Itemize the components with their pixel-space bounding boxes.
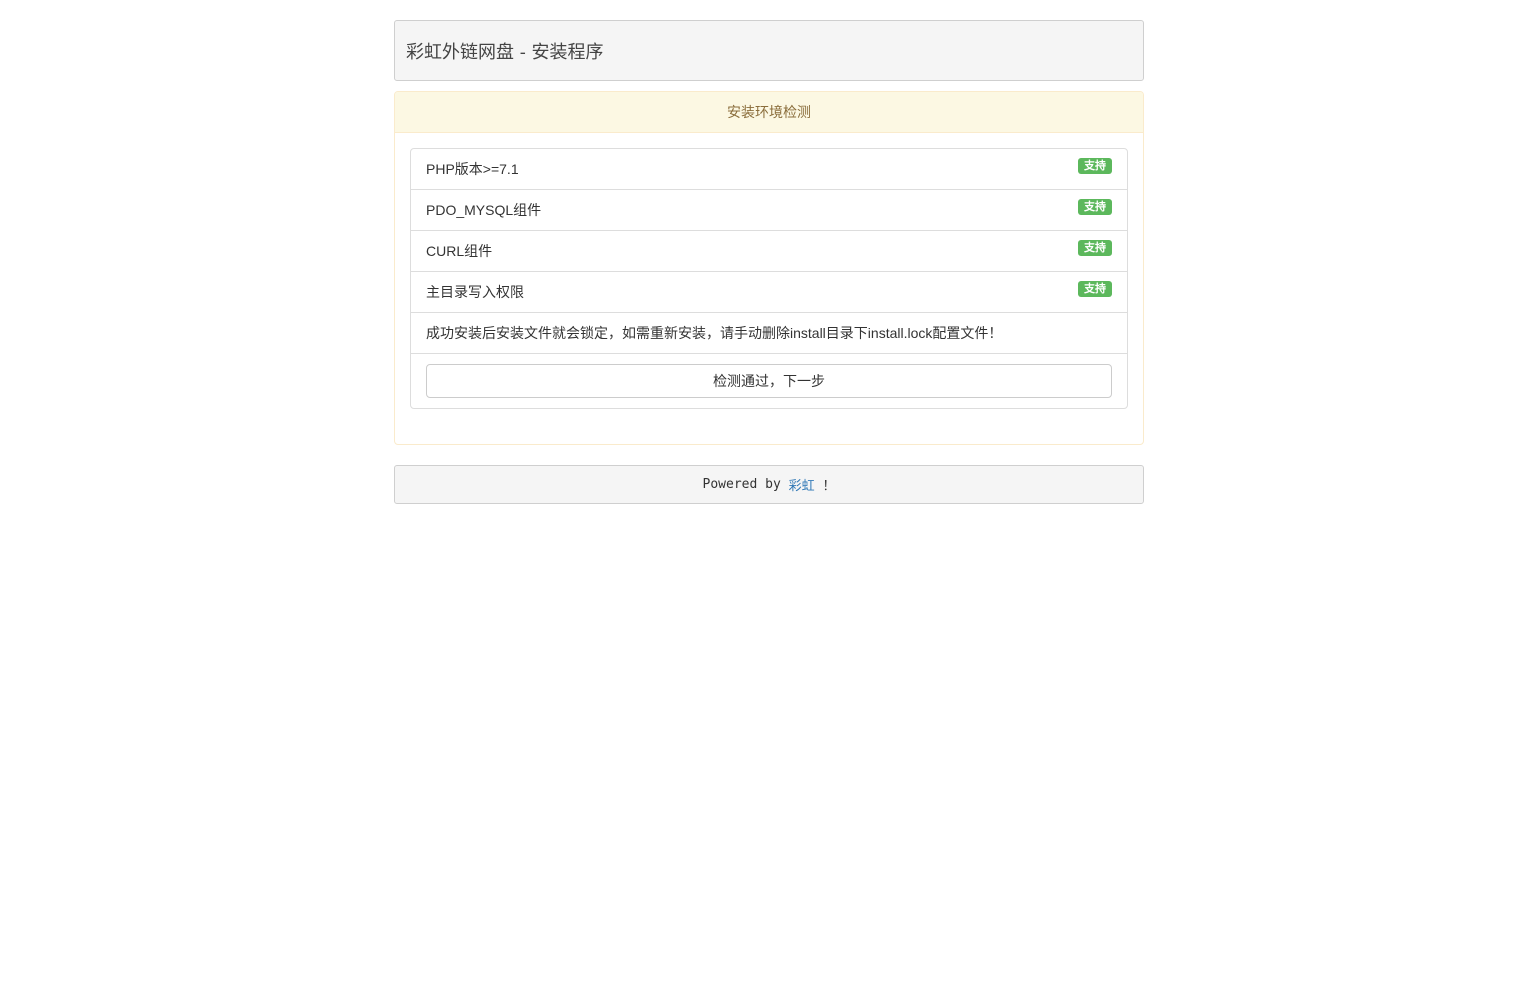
next-step-button[interactable]: 检测通过，下一步 — [426, 364, 1112, 398]
status-badge: 支持 — [1078, 199, 1112, 215]
list-item: CURL组件 支持 — [411, 231, 1127, 272]
list-item: PHP版本>=7.1 支持 — [411, 149, 1127, 190]
status-badge: 支持 — [1078, 240, 1112, 256]
page-title: 彩虹外链网盘 - 安装程序 — [406, 41, 604, 63]
footer: Powered by 彩虹 ！ — [394, 465, 1144, 504]
status-badge: 支持 — [1078, 281, 1112, 297]
check-label: CURL组件 — [426, 243, 493, 259]
env-check-panel: 安装环境检测 PHP版本>=7.1 支持 PDO_MYSQL组件 支持 CURL… — [394, 91, 1144, 445]
footer-suffix: ！ — [814, 479, 836, 494]
install-notice: 成功安装后安装文件就会锁定，如需重新安装，请手动删除install目录下inst… — [426, 325, 1003, 341]
panel-body: PHP版本>=7.1 支持 PDO_MYSQL组件 支持 CURL组件 支持 主… — [395, 133, 1143, 424]
list-item: PDO_MYSQL组件 支持 — [411, 190, 1127, 231]
check-label: 主目录写入权限 — [426, 284, 524, 300]
list-item: 主目录写入权限 支持 — [411, 272, 1127, 313]
status-badge: 支持 — [1078, 158, 1112, 174]
check-list: PHP版本>=7.1 支持 PDO_MYSQL组件 支持 CURL组件 支持 主… — [410, 148, 1128, 409]
next-step-item: 检测通过，下一步 — [411, 354, 1127, 408]
footer-prefix: Powered by — [702, 477, 789, 492]
page-header: 彩虹外链网盘 - 安装程序 — [394, 20, 1144, 81]
footer-link[interactable]: 彩虹 — [789, 475, 815, 494]
install-container: 彩虹外链网盘 - 安装程序 安装环境检测 PHP版本>=7.1 支持 PDO_M… — [394, 20, 1144, 504]
check-label: PHP版本>=7.1 — [426, 161, 519, 177]
panel-heading: 安装环境检测 — [395, 92, 1143, 133]
install-notice-item: 成功安装后安装文件就会锁定，如需重新安装，请手动删除install目录下inst… — [411, 313, 1127, 354]
check-label: PDO_MYSQL组件 — [426, 202, 542, 218]
